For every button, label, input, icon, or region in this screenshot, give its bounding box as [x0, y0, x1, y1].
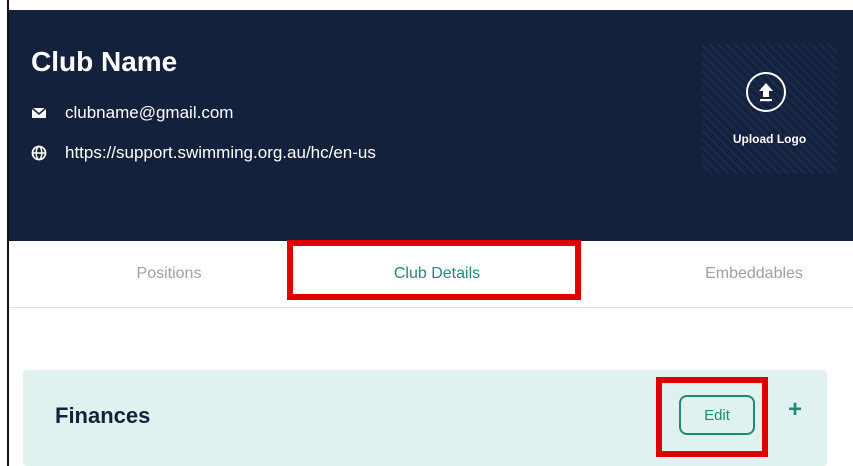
club-website-row: https://support.swimming.org.au/hc/en-us	[31, 143, 376, 163]
globe-icon	[31, 145, 47, 161]
tab-bar: Positions Club Details Embeddables	[9, 241, 853, 308]
club-website: https://support.swimming.org.au/hc/en-us	[65, 143, 376, 162]
mail-icon	[31, 105, 47, 121]
finances-section: Finances Edit +	[23, 370, 827, 466]
upload-icon	[746, 72, 786, 112]
upload-logo-label: Upload Logo	[732, 132, 807, 146]
club-name: Club Name	[31, 46, 178, 77]
upload-logo-button[interactable]: Upload Logo	[702, 44, 837, 174]
add-icon[interactable]: +	[783, 396, 807, 423]
club-email: clubname@gmail.com	[65, 103, 234, 122]
tab-embeddables[interactable]: Embeddables	[649, 241, 853, 307]
edit-button[interactable]: Edit	[679, 395, 755, 435]
tab-club-details[interactable]: Club Details	[292, 241, 582, 307]
club-page: Club Name clubname@gmail.com https://sup…	[7, 0, 853, 466]
finances-title: Finances	[55, 403, 151, 428]
club-header: Club Name clubname@gmail.com https://sup…	[9, 10, 853, 241]
tab-positions[interactable]: Positions	[69, 241, 269, 307]
club-email-row: clubname@gmail.com	[31, 103, 233, 123]
